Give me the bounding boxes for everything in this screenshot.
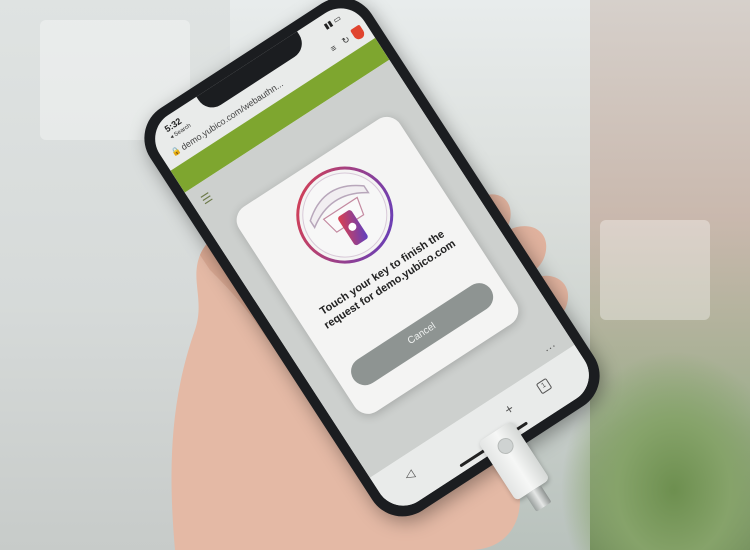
tabs-icon[interactable]: 1 [535, 377, 553, 395]
photo: 5:32 ◂ Search ▮▮ ▭ 🔒 demo.yubico.com/web… [0, 0, 750, 550]
back-icon[interactable]: ◁ [402, 466, 417, 483]
battery-icon: ▮▮ ▭ [322, 13, 343, 32]
yubikey-touch-sensor [494, 434, 517, 458]
plus-icon[interactable]: + [501, 400, 517, 418]
